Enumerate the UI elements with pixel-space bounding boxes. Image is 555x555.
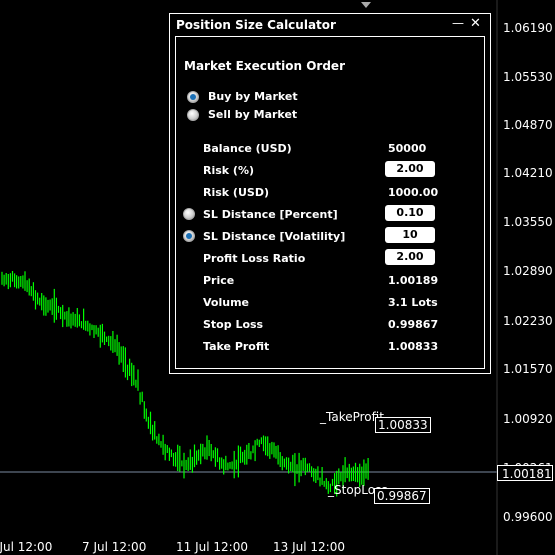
sl-volatility-input[interactable]: 10 [385, 227, 435, 243]
profit-loss-ratio-label: Profit Loss Ratio [203, 252, 306, 265]
y-tick-label: 1.06190 [503, 21, 553, 35]
volume-label: Volume [203, 296, 249, 309]
take-profit-price-box: 1.00833 [375, 417, 431, 433]
y-tick-label: 1.01570 [503, 362, 553, 376]
y-tick-label: 1.00920 [503, 412, 553, 426]
y-tick-label: 1.04870 [503, 118, 553, 132]
buy-by-market-label[interactable]: Buy by Market [208, 90, 298, 103]
balance-value: 50000 [388, 142, 427, 155]
sl-volatility-radio[interactable] [183, 230, 195, 242]
x-tick-label: 11 Jul 12:00 [176, 540, 248, 554]
close-icon[interactable]: ✕ [470, 16, 481, 31]
volume-value: 3.1 Lots [388, 296, 438, 309]
risk-usd-value: 1000.00 [388, 186, 439, 199]
minimize-icon[interactable]: — [452, 16, 464, 30]
scroll-marker-icon [361, 2, 371, 8]
sl-percent-input[interactable]: 0.10 [385, 205, 435, 221]
risk-percent-label: Risk (%) [203, 164, 255, 177]
sell-by-market-radio[interactable] [187, 109, 199, 121]
sl-percent-label: SL Distance [Percent] [203, 208, 338, 221]
profit-loss-ratio-input[interactable]: 2.00 [385, 249, 435, 265]
y-tick-label: 1.03550 [503, 215, 553, 229]
x-tick-label: 7 Jul 12:00 [82, 540, 147, 554]
stop-loss-label: Stop Loss [203, 318, 264, 331]
price-value: 1.00189 [388, 274, 439, 287]
panel-title: Position Size Calculator [176, 18, 336, 32]
risk-percent-input[interactable]: 2.00 [385, 161, 435, 177]
y-tick-label: 1.05530 [503, 70, 553, 84]
current-price-label: 1.00181 [497, 465, 553, 481]
sl-percent-radio[interactable] [183, 208, 195, 220]
take-profit-label: Take Profit [203, 340, 270, 353]
x-tick-label: 13 Jul 12:00 [273, 540, 345, 554]
y-tick-label: 0.99600 [503, 510, 553, 524]
x-tick-label: 4 Jul 12:00 [0, 540, 53, 554]
sl-volatility-label: SL Distance [Volatility] [203, 230, 346, 243]
risk-usd-label: Risk (USD) [203, 186, 269, 199]
price-label: Price [203, 274, 235, 287]
stop-loss-value: 0.99867 [388, 318, 439, 331]
position-size-calculator-panel[interactable]: Position Size Calculator — ✕ Market Exec… [169, 13, 491, 374]
y-tick-label: 1.04210 [503, 166, 553, 180]
section-title: Market Execution Order [184, 59, 345, 73]
y-tick-label: 1.02230 [503, 314, 553, 328]
balance-label: Balance (USD) [203, 142, 292, 155]
sell-by-market-label[interactable]: Sell by Market [208, 108, 297, 121]
take-profit-value: 1.00833 [388, 340, 439, 353]
y-tick-label: 1.02890 [503, 264, 553, 278]
buy-by-market-radio[interactable] [187, 91, 199, 103]
panel-body: Market Execution Order Buy by Market Sel… [175, 36, 485, 369]
stop-loss-price-box: 0.99867 [374, 488, 430, 504]
